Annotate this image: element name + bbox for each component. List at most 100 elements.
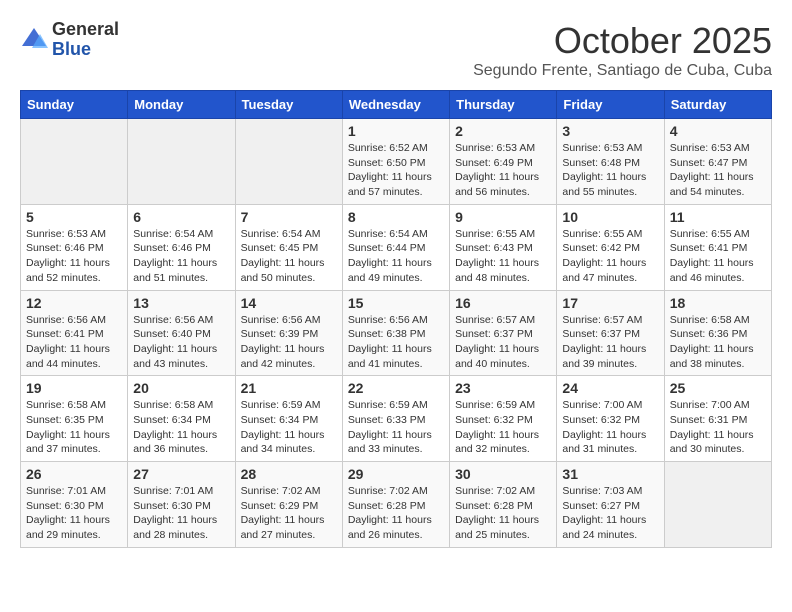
calendar-cell: 7 Sunrise: 6:54 AMSunset: 6:45 PMDaylight… bbox=[235, 204, 342, 290]
calendar-cell: 2 Sunrise: 6:53 AMSunset: 6:49 PMDaylight… bbox=[450, 119, 557, 205]
day-number: 3 bbox=[562, 123, 658, 139]
day-number: 6 bbox=[133, 209, 229, 225]
calendar-cell: 31 Sunrise: 7:03 AMSunset: 6:27 PMDayligh… bbox=[557, 462, 664, 548]
day-number: 19 bbox=[26, 380, 122, 396]
day-number: 28 bbox=[241, 466, 337, 482]
calendar-cell: 10Sunrise: 6:55 AMSunset: 6:42 PMDayligh… bbox=[557, 204, 664, 290]
day-info: Sunrise: 6:56 AMSunset: 6:39 PMDaylight:… bbox=[241, 313, 337, 372]
day-info: Sunrise: 6:58 AMSunset: 6:35 PMDaylight:… bbox=[26, 398, 122, 457]
day-number: 13 bbox=[133, 295, 229, 311]
day-info: Sunrise: 7:02 AMSunset: 6:28 PMDaylight:… bbox=[348, 484, 444, 543]
day-number: 26 bbox=[26, 466, 122, 482]
calendar-cell: 12Sunrise: 6:56 AMSunset: 6:41 PMDayligh… bbox=[21, 290, 128, 376]
location-subtitle: Segundo Frente, Santiago de Cuba, Cuba bbox=[473, 62, 772, 80]
calendar-cell: 5 Sunrise: 6:53 AMSunset: 6:46 PMDaylight… bbox=[21, 204, 128, 290]
day-info: Sunrise: 7:03 AMSunset: 6:27 PMDaylight:… bbox=[562, 484, 658, 543]
calendar-body: 1Sunrise: 6:52 AMSunset: 6:50 PMDaylight… bbox=[21, 119, 772, 548]
calendar-cell: 15 Sunrise: 6:56 AMSunset: 6:38 PMDayligh… bbox=[342, 290, 449, 376]
day-number: 4 bbox=[670, 123, 766, 139]
calendar-cell: 6Sunrise: 6:54 AMSunset: 6:46 PMDaylight… bbox=[128, 204, 235, 290]
calendar-cell bbox=[235, 119, 342, 205]
calendar-cell: 21 Sunrise: 6:59 AMSunset: 6:34 PMDayligh… bbox=[235, 376, 342, 462]
day-info: Sunrise: 6:55 AMSunset: 6:43 PMDaylight:… bbox=[455, 227, 551, 286]
day-info: Sunrise: 7:01 AMSunset: 6:30 PMDaylight:… bbox=[26, 484, 122, 543]
logo-icon bbox=[20, 26, 48, 54]
day-number: 14 bbox=[241, 295, 337, 311]
calendar-cell: 11 Sunrise: 6:55 AMSunset: 6:41 PMDayligh… bbox=[664, 204, 771, 290]
day-info: Sunrise: 6:58 AMSunset: 6:36 PMDaylight:… bbox=[670, 313, 766, 372]
day-number: 30 bbox=[455, 466, 551, 482]
day-number: 12 bbox=[26, 295, 122, 311]
week-row-1: 5 Sunrise: 6:53 AMSunset: 6:46 PMDaylight… bbox=[21, 204, 772, 290]
day-number: 23 bbox=[455, 380, 551, 396]
header-row: SundayMondayTuesdayWednesdayThursdayFrid… bbox=[21, 91, 772, 119]
day-number: 20 bbox=[133, 380, 229, 396]
day-info: Sunrise: 6:58 AMSunset: 6:34 PMDaylight:… bbox=[133, 398, 229, 457]
calendar-cell: 25 Sunrise: 7:00 AMSunset: 6:31 PMDayligh… bbox=[664, 376, 771, 462]
header-day-friday: Friday bbox=[557, 91, 664, 119]
calendar-cell: 17 Sunrise: 6:57 AMSunset: 6:37 PMDayligh… bbox=[557, 290, 664, 376]
day-number: 17 bbox=[562, 295, 658, 311]
week-row-4: 26 Sunrise: 7:01 AMSunset: 6:30 PMDayligh… bbox=[21, 462, 772, 548]
day-info: Sunrise: 7:02 AMSunset: 6:29 PMDaylight:… bbox=[241, 484, 337, 543]
calendar-cell: 18 Sunrise: 6:58 AMSunset: 6:36 PMDayligh… bbox=[664, 290, 771, 376]
calendar-cell: 8 Sunrise: 6:54 AMSunset: 6:44 PMDaylight… bbox=[342, 204, 449, 290]
day-number: 31 bbox=[562, 466, 658, 482]
calendar-cell: 29Sunrise: 7:02 AMSunset: 6:28 PMDayligh… bbox=[342, 462, 449, 548]
week-row-2: 12Sunrise: 6:56 AMSunset: 6:41 PMDayligh… bbox=[21, 290, 772, 376]
day-number: 11 bbox=[670, 209, 766, 225]
month-title: October 2025 bbox=[473, 20, 772, 62]
calendar-cell bbox=[128, 119, 235, 205]
day-number: 5 bbox=[26, 209, 122, 225]
day-info: Sunrise: 6:55 AMSunset: 6:41 PMDaylight:… bbox=[670, 227, 766, 286]
calendar-cell: 13Sunrise: 6:56 AMSunset: 6:40 PMDayligh… bbox=[128, 290, 235, 376]
day-info: Sunrise: 7:00 AMSunset: 6:32 PMDaylight:… bbox=[562, 398, 658, 457]
day-info: Sunrise: 6:55 AMSunset: 6:42 PMDaylight:… bbox=[562, 227, 658, 286]
day-info: Sunrise: 6:54 AMSunset: 6:44 PMDaylight:… bbox=[348, 227, 444, 286]
title-block: October 2025 Segundo Frente, Santiago de… bbox=[473, 20, 772, 80]
calendar-cell: 24 Sunrise: 7:00 AMSunset: 6:32 PMDayligh… bbox=[557, 376, 664, 462]
header-day-sunday: Sunday bbox=[21, 91, 128, 119]
page-header: General Blue October 2025 Segundo Frente… bbox=[20, 20, 772, 80]
day-number: 15 bbox=[348, 295, 444, 311]
calendar-cell: 9Sunrise: 6:55 AMSunset: 6:43 PMDaylight… bbox=[450, 204, 557, 290]
day-number: 27 bbox=[133, 466, 229, 482]
logo-general-text: General bbox=[52, 20, 119, 40]
day-number: 8 bbox=[348, 209, 444, 225]
day-info: Sunrise: 6:59 AMSunset: 6:32 PMDaylight:… bbox=[455, 398, 551, 457]
day-info: Sunrise: 6:56 AMSunset: 6:38 PMDaylight:… bbox=[348, 313, 444, 372]
day-number: 18 bbox=[670, 295, 766, 311]
calendar-header: SundayMondayTuesdayWednesdayThursdayFrid… bbox=[21, 91, 772, 119]
calendar-cell: 14 Sunrise: 6:56 AMSunset: 6:39 PMDayligh… bbox=[235, 290, 342, 376]
calendar-cell: 22Sunrise: 6:59 AMSunset: 6:33 PMDayligh… bbox=[342, 376, 449, 462]
header-day-saturday: Saturday bbox=[664, 91, 771, 119]
calendar-cell: 26 Sunrise: 7:01 AMSunset: 6:30 PMDayligh… bbox=[21, 462, 128, 548]
day-info: Sunrise: 6:53 AMSunset: 6:49 PMDaylight:… bbox=[455, 141, 551, 200]
calendar-cell: 19 Sunrise: 6:58 AMSunset: 6:35 PMDayligh… bbox=[21, 376, 128, 462]
day-info: Sunrise: 6:57 AMSunset: 6:37 PMDaylight:… bbox=[562, 313, 658, 372]
calendar-table: SundayMondayTuesdayWednesdayThursdayFrid… bbox=[20, 90, 772, 548]
day-number: 21 bbox=[241, 380, 337, 396]
calendar-cell: 3Sunrise: 6:53 AMSunset: 6:48 PMDaylight… bbox=[557, 119, 664, 205]
logo: General Blue bbox=[20, 20, 119, 60]
calendar-cell: 23 Sunrise: 6:59 AMSunset: 6:32 PMDayligh… bbox=[450, 376, 557, 462]
day-info: Sunrise: 6:53 AMSunset: 6:46 PMDaylight:… bbox=[26, 227, 122, 286]
calendar-cell: 30Sunrise: 7:02 AMSunset: 6:28 PMDayligh… bbox=[450, 462, 557, 548]
day-number: 2 bbox=[455, 123, 551, 139]
calendar-cell: 16Sunrise: 6:57 AMSunset: 6:37 PMDayligh… bbox=[450, 290, 557, 376]
day-number: 7 bbox=[241, 209, 337, 225]
header-day-tuesday: Tuesday bbox=[235, 91, 342, 119]
calendar-cell: 27Sunrise: 7:01 AMSunset: 6:30 PMDayligh… bbox=[128, 462, 235, 548]
header-day-thursday: Thursday bbox=[450, 91, 557, 119]
day-number: 25 bbox=[670, 380, 766, 396]
header-day-monday: Monday bbox=[128, 91, 235, 119]
week-row-3: 19 Sunrise: 6:58 AMSunset: 6:35 PMDayligh… bbox=[21, 376, 772, 462]
day-info: Sunrise: 6:59 AMSunset: 6:34 PMDaylight:… bbox=[241, 398, 337, 457]
calendar-cell bbox=[21, 119, 128, 205]
day-info: Sunrise: 6:57 AMSunset: 6:37 PMDaylight:… bbox=[455, 313, 551, 372]
day-number: 24 bbox=[562, 380, 658, 396]
day-info: Sunrise: 6:59 AMSunset: 6:33 PMDaylight:… bbox=[348, 398, 444, 457]
day-info: Sunrise: 6:54 AMSunset: 6:45 PMDaylight:… bbox=[241, 227, 337, 286]
calendar-cell: 4Sunrise: 6:53 AMSunset: 6:47 PMDaylight… bbox=[664, 119, 771, 205]
day-info: Sunrise: 7:00 AMSunset: 6:31 PMDaylight:… bbox=[670, 398, 766, 457]
